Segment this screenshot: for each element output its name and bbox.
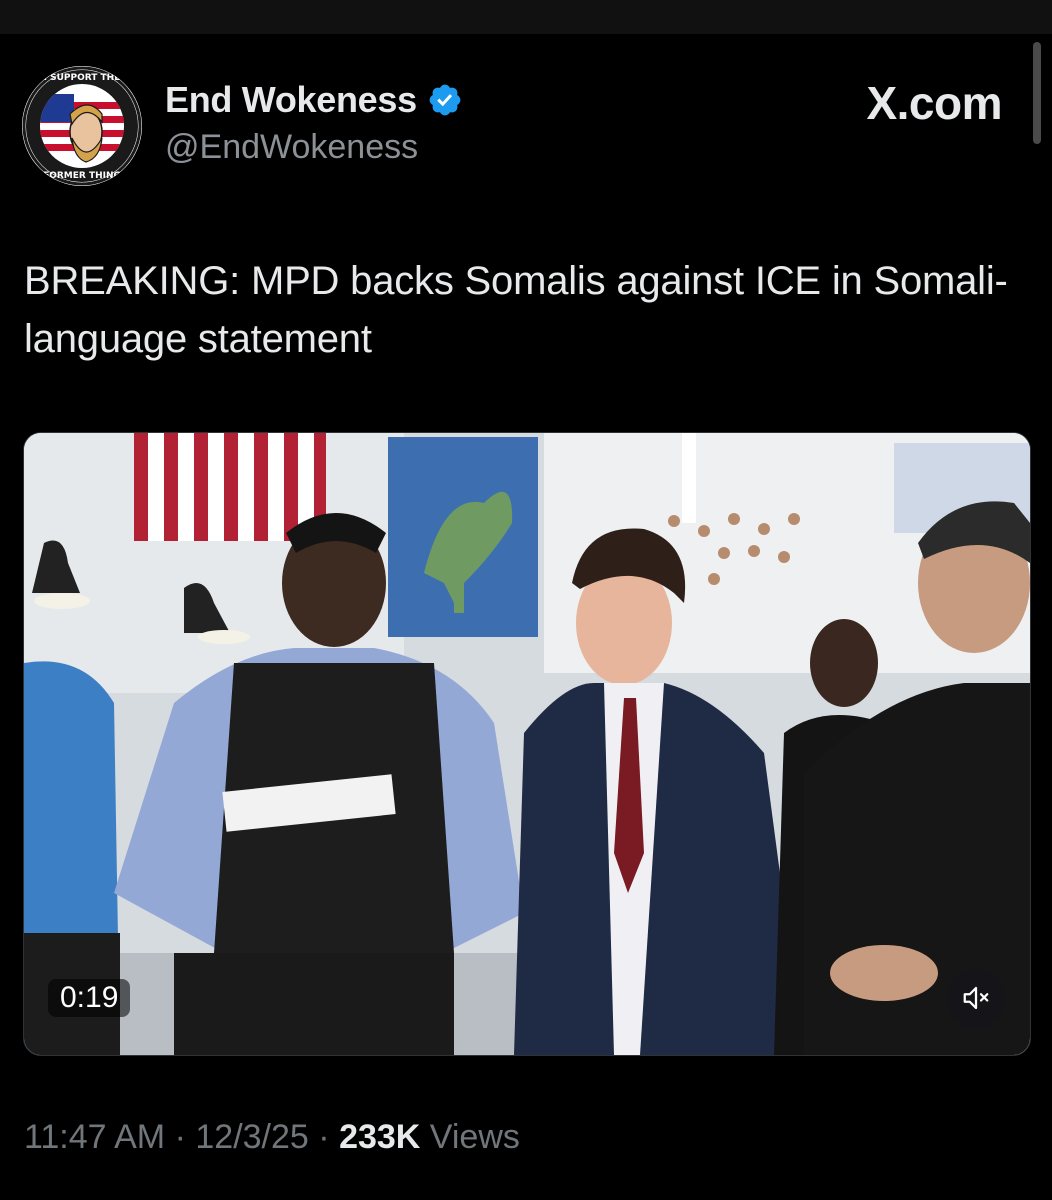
top-status-strip bbox=[0, 0, 1052, 34]
video-frame bbox=[24, 433, 1030, 1055]
views-count: 233K bbox=[339, 1118, 421, 1156]
display-name[interactable]: End Wokeness bbox=[165, 79, 417, 121]
avatar-top-text: I SUPPORT THE bbox=[44, 73, 121, 83]
verified-badge-icon bbox=[427, 82, 463, 118]
tweet-text: BREAKING: MPD backs Somalis against ICE … bbox=[24, 259, 1008, 361]
avatar-bottom-text: FORMER THING bbox=[43, 171, 121, 181]
scrollbar[interactable] bbox=[1033, 42, 1041, 144]
author-names[interactable]: End Wokeness @EndWokeness bbox=[165, 78, 463, 167]
avatar[interactable]: I SUPPORT THE FORMER THING bbox=[22, 66, 142, 186]
brand-label: X.com bbox=[866, 76, 1002, 130]
video-player[interactable]: 0:19 bbox=[23, 432, 1031, 1056]
brand-text: X.com bbox=[866, 77, 1002, 129]
tweet-meta: 11:47 AM · 12/3/25 · 233K Views bbox=[24, 1118, 520, 1157]
post-date[interactable]: 12/3/25 bbox=[195, 1118, 308, 1156]
meta-separator: · bbox=[174, 1118, 186, 1156]
tweet-header: I SUPPORT THE FORMER THING End Wokeness … bbox=[22, 66, 1022, 186]
handle[interactable]: @EndWokeness bbox=[165, 128, 463, 167]
tweet-screenshot: I SUPPORT THE FORMER THING End Wokeness … bbox=[0, 0, 1052, 1200]
video-duration: 0:19 bbox=[48, 979, 131, 1017]
mute-button[interactable] bbox=[946, 968, 1006, 1028]
post-time[interactable]: 11:47 AM bbox=[24, 1118, 165, 1156]
views-label: Views bbox=[429, 1118, 520, 1156]
meta-separator-2: · bbox=[318, 1118, 330, 1156]
speaker-muted-icon bbox=[961, 983, 991, 1013]
